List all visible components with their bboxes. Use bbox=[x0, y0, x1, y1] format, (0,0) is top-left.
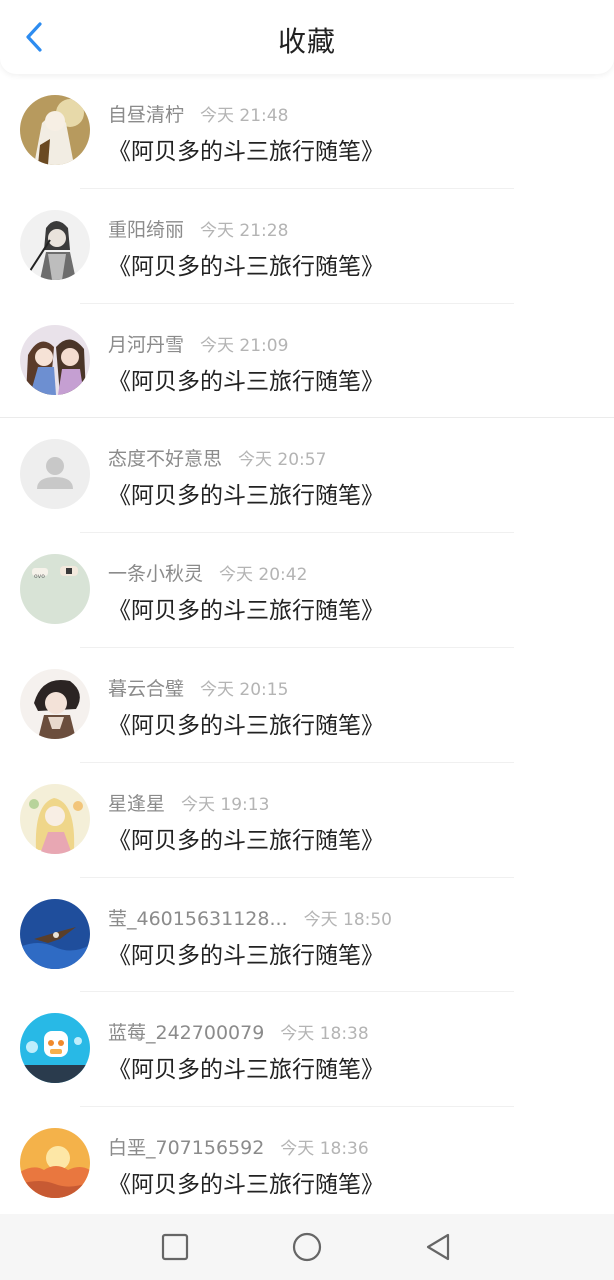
timestamp: 今天 21:09 bbox=[200, 335, 289, 356]
home-button[interactable] bbox=[290, 1230, 324, 1264]
list-item[interactable]: 自昼清柠 今天 21:48 《阿贝多的斗三旅行随笔》 bbox=[0, 74, 614, 189]
user-name[interactable]: 重阳绮丽 bbox=[108, 219, 184, 241]
user-name[interactable]: 自昼清柠 bbox=[108, 104, 184, 126]
list-item[interactable]: ovo 一条小秋灵 今天 20:42 《阿贝多的斗三旅行随笔》 bbox=[0, 533, 614, 648]
timestamp: 今天 20:42 bbox=[219, 565, 308, 586]
book-title[interactable]: 《阿贝多的斗三旅行随笔》 bbox=[108, 247, 384, 281]
timestamp: 今天 19:13 bbox=[181, 794, 270, 815]
user-name[interactable]: 态度不好意思 bbox=[108, 448, 222, 470]
system-nav-bar bbox=[0, 1214, 614, 1280]
book-title[interactable]: 《阿贝多的斗三旅行随笔》 bbox=[108, 936, 384, 970]
avatar[interactable] bbox=[20, 1128, 90, 1199]
avatar[interactable]: ovo bbox=[20, 554, 90, 625]
avatar[interactable] bbox=[20, 783, 90, 854]
user-name[interactable]: 星逢星 bbox=[108, 793, 165, 815]
app-header: 收藏 bbox=[0, 0, 614, 74]
timestamp: 今天 18:36 bbox=[280, 1139, 369, 1160]
user-name[interactable]: 白垩_707156592 bbox=[108, 1137, 264, 1159]
list-item[interactable]: 重阳绮丽 今天 21:28 《阿贝多的斗三旅行随笔》 bbox=[0, 189, 614, 304]
user-name[interactable]: 月河丹雪 bbox=[108, 334, 184, 356]
list-item[interactable]: 白垩_707156592 今天 18:36 《阿贝多的斗三旅行随笔》 bbox=[0, 1107, 614, 1214]
avatar[interactable] bbox=[20, 898, 90, 969]
list-item[interactable]: 暮云合璧 今天 20:15 《阿贝多的斗三旅行随笔》 bbox=[0, 648, 614, 763]
back-nav-button[interactable] bbox=[422, 1230, 456, 1264]
list-item[interactable]: 月河丹雪 今天 21:09 《阿贝多的斗三旅行随笔》 bbox=[0, 304, 614, 419]
timestamp: 今天 21:28 bbox=[200, 220, 289, 241]
square-recents-icon bbox=[158, 1233, 192, 1268]
avatar[interactable] bbox=[20, 1013, 90, 1084]
book-title[interactable]: 《阿贝多的斗三旅行随笔》 bbox=[108, 1165, 384, 1199]
list-item[interactable]: 莹_46015631128... 今天 18:50 《阿贝多的斗三旅行随笔》 bbox=[0, 878, 614, 993]
book-title[interactable]: 《阿贝多的斗三旅行随笔》 bbox=[108, 476, 384, 510]
triangle-back-icon bbox=[422, 1233, 456, 1268]
timestamp: 今天 18:38 bbox=[280, 1024, 369, 1045]
book-title[interactable]: 《阿贝多的斗三旅行随笔》 bbox=[108, 706, 384, 740]
book-title[interactable]: 《阿贝多的斗三旅行随笔》 bbox=[108, 362, 384, 396]
timestamp: 今天 18:50 bbox=[303, 909, 392, 930]
book-title[interactable]: 《阿贝多的斗三旅行随笔》 bbox=[108, 591, 384, 625]
list-item[interactable]: 态度不好意思 今天 20:57 《阿贝多的斗三旅行随笔》 bbox=[0, 418, 614, 534]
avatar[interactable] bbox=[20, 95, 90, 165]
recents-button[interactable] bbox=[158, 1230, 192, 1264]
user-name[interactable]: 蓝莓_242700079 bbox=[108, 1022, 264, 1044]
list-item[interactable]: 蓝莓_242700079 今天 18:38 《阿贝多的斗三旅行随笔》 bbox=[0, 992, 614, 1108]
favorites-list[interactable]: 自昼清柠 今天 21:48 《阿贝多的斗三旅行随笔》 重阳绮丽 今天 21:28 《… bbox=[0, 74, 614, 1214]
user-name[interactable]: 一条小秋灵 bbox=[108, 563, 203, 585]
avatar[interactable] bbox=[20, 439, 90, 510]
svg-text:ovo: ovo bbox=[34, 573, 45, 580]
circle-home-icon bbox=[290, 1232, 324, 1268]
avatar[interactable] bbox=[20, 209, 90, 280]
book-title[interactable]: 《阿贝多的斗三旅行随笔》 bbox=[108, 132, 384, 166]
book-title[interactable]: 《阿贝多的斗三旅行随笔》 bbox=[108, 821, 384, 855]
page-title: 收藏 bbox=[277, 25, 336, 58]
avatar[interactable] bbox=[20, 668, 90, 739]
user-name[interactable]: 暮云合璧 bbox=[108, 678, 184, 700]
book-title[interactable]: 《阿贝多的斗三旅行随笔》 bbox=[108, 1050, 384, 1084]
list-item[interactable]: 星逢星 今天 19:13 《阿贝多的斗三旅行随笔》 bbox=[0, 763, 614, 878]
user-name[interactable]: 莹_46015631128... bbox=[108, 908, 288, 930]
timestamp: 今天 20:57 bbox=[238, 450, 327, 471]
timestamp: 今天 20:15 bbox=[200, 679, 289, 700]
avatar[interactable] bbox=[20, 324, 90, 395]
timestamp: 今天 21:48 bbox=[200, 106, 289, 126]
